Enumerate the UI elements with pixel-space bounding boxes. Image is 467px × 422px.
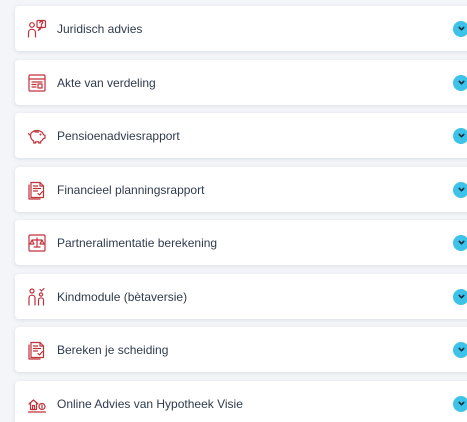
family-icon [27, 287, 47, 307]
house-money-icon [27, 394, 47, 414]
chevron-down-icon[interactable] [453, 341, 467, 358]
chevron-down-icon[interactable] [453, 20, 467, 37]
chevron-down-icon[interactable] [453, 127, 467, 144]
report-icon [27, 180, 47, 200]
accordion-item-financieel-planningsrapport[interactable]: Financieel planningsrapport [15, 167, 467, 212]
legal-advice-icon [27, 19, 47, 39]
piggy-bank-icon [27, 126, 47, 146]
item-label: Juridisch advies [57, 21, 143, 36]
item-label: Kindmodule (bètaversie) [57, 289, 188, 304]
chevron-down-icon[interactable] [453, 74, 467, 91]
accordion-item-akte-van-verdeling[interactable]: Akte van verdeling [15, 60, 467, 105]
document-icon [27, 73, 47, 93]
item-label: Akte van verdeling [57, 75, 156, 90]
chevron-down-icon[interactable] [453, 181, 467, 198]
calculator-report-icon [27, 340, 47, 360]
item-label: Bereken je scheiding [57, 342, 169, 357]
item-label: Online Advies van Hypotheek Visie [57, 396, 243, 411]
module-list: Juridisch advies Akte van verdeling Pens… [0, 0, 467, 422]
chevron-down-icon[interactable] [453, 288, 467, 305]
item-label: Financieel planningsrapport [57, 182, 205, 197]
accordion-item-bereken-je-scheiding[interactable]: Bereken je scheiding [15, 327, 467, 372]
chevron-down-icon[interactable] [453, 395, 467, 412]
accordion-item-pensioenadviesrapport[interactable]: Pensioenadviesrapport [15, 113, 467, 158]
accordion-item-juridisch-advies[interactable]: Juridisch advies [15, 6, 467, 51]
accordion-item-online-advies-hypotheek-visie[interactable]: Online Advies van Hypotheek Visie [15, 381, 467, 422]
scales-icon [27, 233, 47, 253]
chevron-down-icon[interactable] [453, 234, 467, 251]
item-label: Partneralimentatie berekening [57, 235, 218, 250]
item-label: Pensioenadviesrapport [57, 128, 180, 143]
accordion-item-kindmodule[interactable]: Kindmodule (bètaversie) [15, 274, 467, 319]
accordion-item-partneralimentatie-berekening[interactable]: Partneralimentatie berekening [15, 220, 467, 265]
